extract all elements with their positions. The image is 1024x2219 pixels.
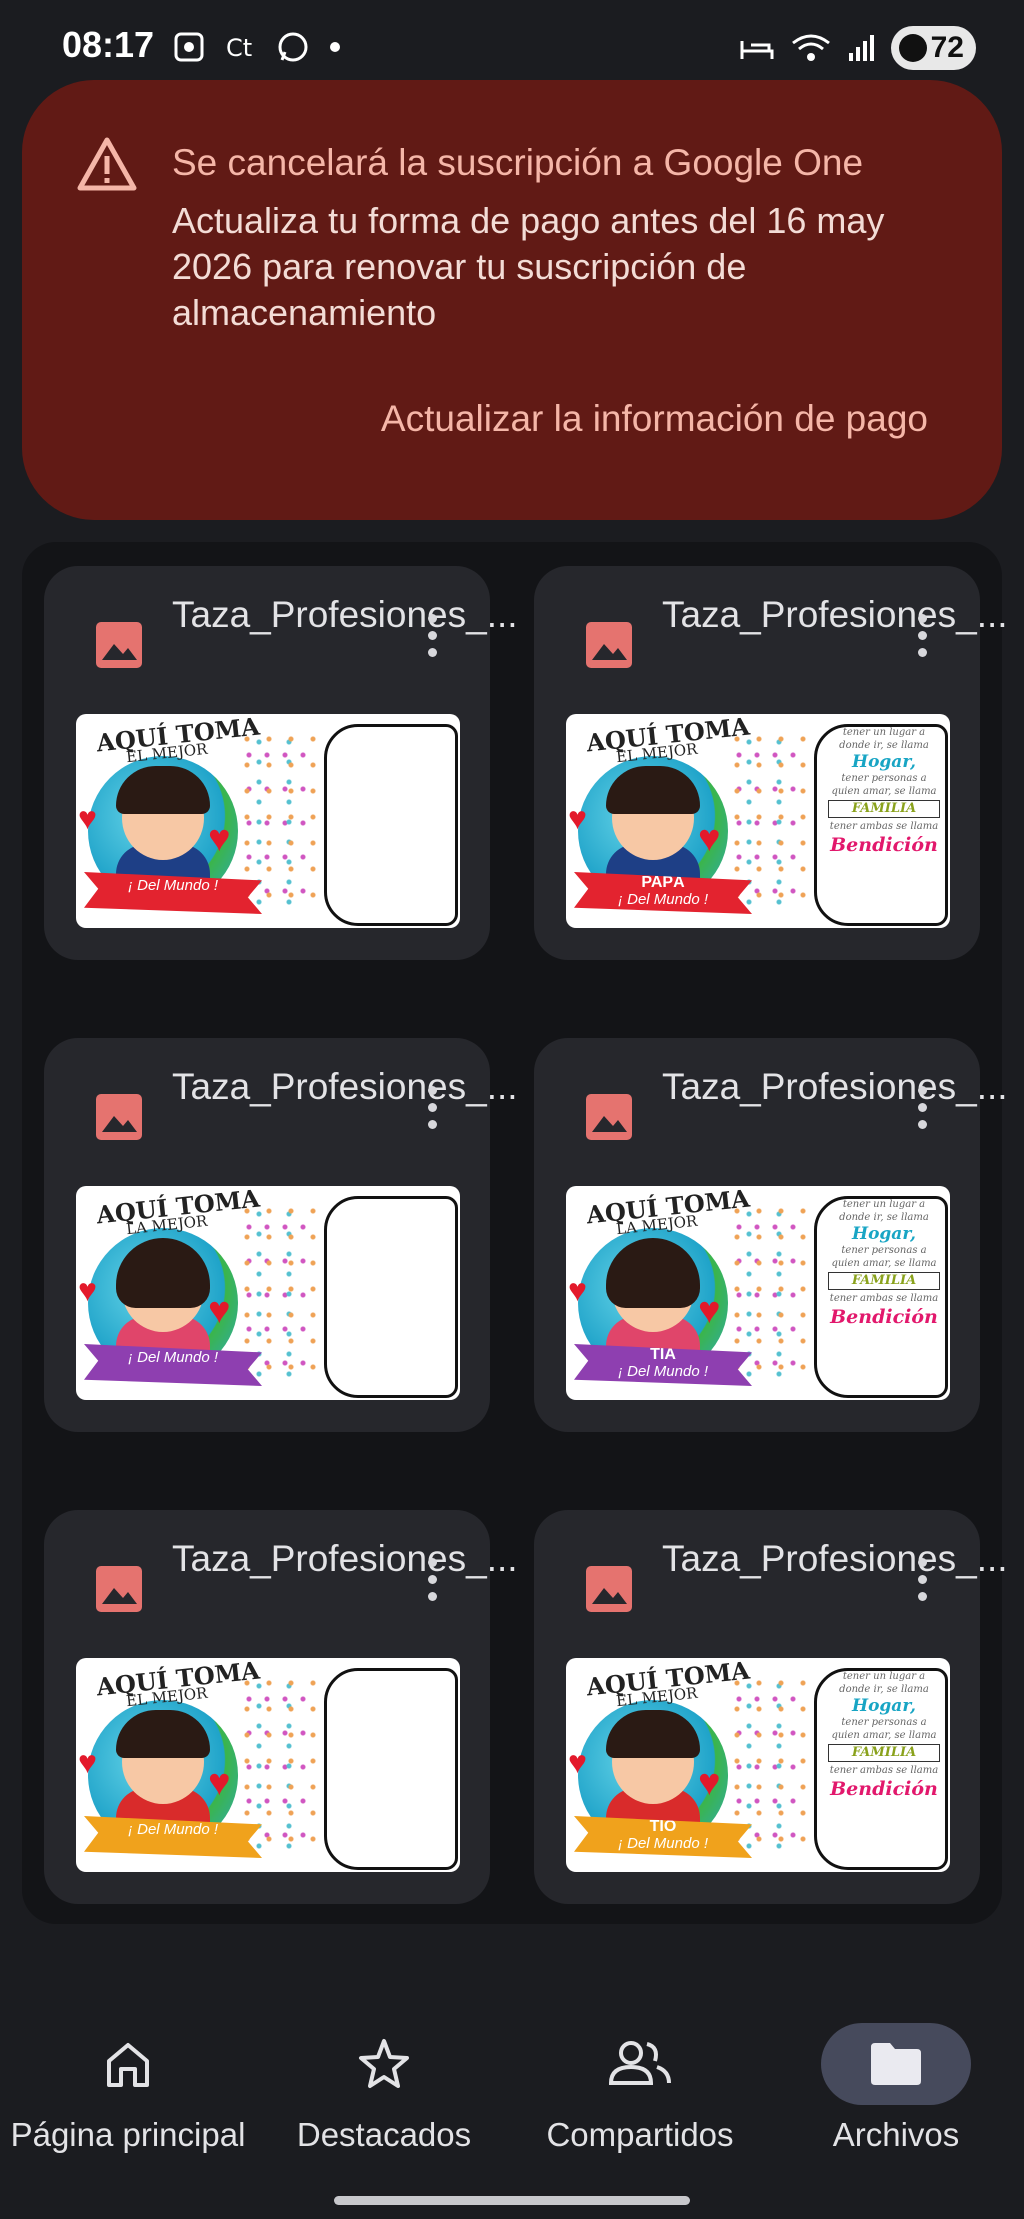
notification-dot-icon [330,42,340,52]
heart-icon: ♥ [698,818,721,860]
more-options-icon[interactable] [912,1086,932,1134]
heart-icon: ♥ [78,1744,97,1780]
file-card[interactable]: Taza_Profesiones_... ♥ ♥ AQUÍ TOMA EL ME… [44,1510,518,1904]
nav-label-shared: Compartidos [546,2116,734,2153]
star-icon [359,2039,409,2088]
heart-icon: ♥ [698,1762,721,1804]
file-card[interactable]: Taza_Profesiones_... ♥ ♥ AQUÍ TOMA EL ME… [534,566,1008,960]
people-icon [608,2041,671,2085]
thumb-verse: tener un lugar a donde ir, se llama Hoga… [828,1671,940,1800]
nav-item-files[interactable]: Archivos [768,2023,1024,2154]
warning-icon [77,137,137,191]
home-icon [107,2043,149,2087]
subscription-alert-banner: Se cancelará la suscripción a Google One… [22,80,1002,520]
heart-icon: ♥ [208,818,231,860]
file-thumbnail[interactable]: ♥ ♥ AQUÍ TOMA EL MEJOR ¡ Del Mundo ! [76,1658,460,1872]
file-thumbnail[interactable]: ♥ ♥ AQUÍ TOMA LA MEJOR ¡ Del Mundo ! [76,1186,460,1400]
alert-body: Actualiza tu forma de pago antes del 16 … [172,200,885,333]
svg-text:Ct: Ct [226,34,252,62]
nav-item-home[interactable]: Página principal [0,2024,256,2154]
more-options-icon[interactable] [912,1558,932,1606]
nav-item-starred[interactable]: Destacados [256,2024,512,2154]
nav-label-files: Archivos [832,2116,960,2153]
image-file-icon [586,1566,632,1612]
bottom-navigation: Página principal Destacados Compartidos … [0,2000,1024,2219]
heart-icon: ♥ [78,1272,97,1308]
gesture-home-bar[interactable] [334,2196,690,2205]
nav-label-starred: Destacados [296,2116,472,2153]
file-name: Taza_Profesiones_... [172,1066,518,1107]
heart-icon: ♥ [208,1762,231,1804]
thumb-verse: tener un lugar a donde ir, se llama Hoga… [828,727,940,856]
more-options-icon[interactable] [422,1558,442,1606]
whatsapp-icon [278,32,308,62]
file-name: Taza_Profesiones_... [662,1066,1008,1107]
screenshot-icon [174,32,204,62]
file-name: Taza_Profesiones_... [662,594,1008,635]
file-card[interactable]: Taza_Profesiones_... ♥ ♥ AQUÍ TOMA LA ME… [534,1038,1008,1432]
heart-icon: ♥ [698,1290,721,1332]
file-grid: Taza_Profesiones_... ♥ ♥ AQUÍ TOMA EL ME… [22,542,1008,1924]
heart-icon: ♥ [568,1272,587,1308]
file-name: Taza_Profesiones_... [172,594,518,635]
image-file-icon [96,1566,142,1612]
file-thumbnail[interactable]: ♥ ♥ AQUÍ TOMA LA MEJOR TÍA ¡ Del Mundo !… [566,1186,950,1400]
file-thumbnail[interactable]: ♥ ♥ AQUÍ TOMA EL MEJOR ¡ Del Mundo ! [76,714,460,928]
file-card[interactable]: Taza_Profesiones_... ♥ ♥ AQUÍ TOMA EL ME… [44,566,518,960]
status-time: 08:17 [62,24,155,65]
battery-level: 72 [930,31,964,64]
battery-indicator: 72 [890,26,976,70]
thumb-frame [324,724,458,926]
ct-app-icon: Ct [226,34,252,62]
signal-icon [848,35,874,61]
file-card[interactable]: Taza_Profesiones_... ♥ ♥ AQUÍ TOMA LA ME… [44,1038,518,1432]
battery-icon [898,34,927,62]
thumb-verse: tener un lugar a donde ir, se llama Hoga… [828,1199,940,1328]
more-options-icon[interactable] [422,1086,442,1134]
thumb-frame [324,1196,458,1398]
heart-icon: ♥ [568,1744,587,1780]
update-payment-button[interactable]: Actualizar la información de pago [381,398,928,440]
image-file-icon [586,1094,632,1140]
alert-title: Se cancelará la suscripción a Google One [172,142,864,183]
bed-icon [740,41,774,59]
file-card[interactable]: Taza_Profesiones_... ♥ ♥ AQUÍ TOMA EL ME… [534,1510,1008,1904]
file-thumbnail[interactable]: ♥ ♥ AQUÍ TOMA EL MEJOR TIO ¡ Del Mundo !… [566,1658,950,1872]
file-thumbnail[interactable]: ♥ ♥ AQUÍ TOMA EL MEJOR PAPÁ ¡ Del Mundo … [566,714,950,928]
folder-icon [871,2043,921,2085]
nav-item-shared[interactable]: Compartidos [512,2024,768,2154]
thumb-frame [324,1668,458,1870]
wifi-icon [791,34,830,61]
file-name: Taza_Profesiones_... [662,1538,1008,1579]
file-name: Taza_Profesiones_... [172,1538,518,1579]
heart-icon: ♥ [568,800,587,836]
nav-label-home: Página principal [10,2116,246,2153]
heart-icon: ♥ [78,800,97,836]
more-options-icon[interactable] [912,614,932,662]
image-file-icon [96,622,142,668]
image-file-icon [96,1094,142,1140]
more-options-icon[interactable] [422,614,442,662]
heart-icon: ♥ [208,1290,231,1332]
image-file-icon [586,622,632,668]
